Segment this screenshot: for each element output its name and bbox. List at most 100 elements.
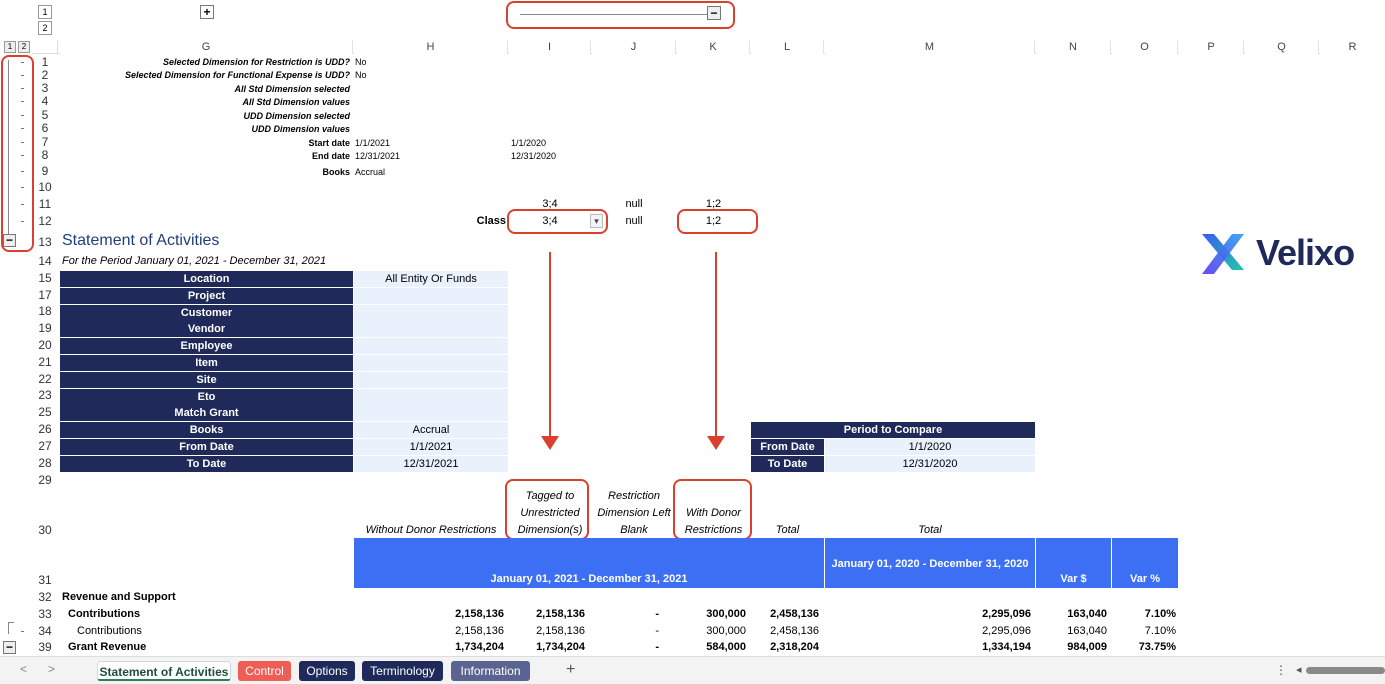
param-value[interactable]: 1/1/2021 bbox=[355, 138, 390, 148]
outline-level-1-button[interactable]: 1 bbox=[38, 5, 52, 19]
horizontal-scrollbar[interactable] bbox=[1306, 667, 1385, 674]
cell-value[interactable]: - bbox=[592, 608, 659, 620]
row-outline-collapse-button-2[interactable]: − bbox=[3, 641, 16, 654]
cell-value[interactable]: 300,000 bbox=[677, 625, 746, 637]
cell-value[interactable]: 2,295,096 bbox=[825, 625, 1031, 637]
row-header[interactable]: 14 bbox=[32, 255, 58, 268]
cell-value[interactable]: 1,734,204 bbox=[354, 641, 504, 653]
row-header[interactable]: 27 bbox=[32, 440, 58, 453]
col-header-o[interactable]: O bbox=[1112, 40, 1178, 54]
row-header[interactable]: 26 bbox=[32, 423, 58, 436]
filter-value[interactable] bbox=[354, 321, 508, 337]
filter-value[interactable] bbox=[354, 355, 508, 371]
cell-value[interactable]: 584,000 bbox=[677, 641, 746, 653]
row-header[interactable]: 17 bbox=[32, 289, 58, 302]
row-header[interactable]: 19 bbox=[32, 322, 58, 335]
col-header-p[interactable]: P bbox=[1179, 40, 1244, 54]
row-header[interactable]: 25 bbox=[32, 406, 58, 419]
cell-value[interactable]: - bbox=[592, 641, 659, 653]
row-header[interactable]: 10 bbox=[32, 181, 58, 194]
col-header-r[interactable]: R bbox=[1320, 40, 1385, 54]
filter-value[interactable] bbox=[354, 288, 508, 304]
filter-value[interactable]: All Entity Or Funds bbox=[354, 271, 508, 287]
cell-value[interactable]: 2,318,204 bbox=[751, 641, 819, 653]
compare-from-value[interactable]: 1/1/2020 bbox=[825, 439, 1035, 455]
cell-value[interactable]: 2,458,136 bbox=[751, 608, 819, 620]
row-header[interactable]: 30 bbox=[32, 524, 58, 537]
cell-value[interactable]: 7.10% bbox=[1112, 608, 1176, 620]
param-value[interactable]: 12/31/2020 bbox=[511, 151, 556, 161]
cell-value[interactable]: 984,009 bbox=[1036, 641, 1107, 653]
filter-value[interactable]: Accrual bbox=[354, 422, 508, 438]
cell-value[interactable]: 73.75% bbox=[1112, 641, 1176, 653]
filter-value[interactable] bbox=[354, 338, 508, 354]
sheet-nav-prev-icon[interactable]: < bbox=[20, 662, 27, 676]
col-header-k[interactable]: K bbox=[677, 40, 750, 54]
row-header[interactable]: 32 bbox=[32, 591, 58, 604]
cell-value[interactable]: 7.10% bbox=[1112, 625, 1176, 637]
row-outline-level-1-button[interactable]: 1 bbox=[4, 41, 16, 53]
col-header-g[interactable]: G bbox=[60, 40, 353, 54]
cell-value[interactable]: 2,158,136 bbox=[354, 608, 504, 620]
more-options-icon[interactable]: ⋮ bbox=[1275, 663, 1287, 677]
cell-value[interactable]: 2,458,136 bbox=[751, 625, 819, 637]
outline-expand-button[interactable]: + bbox=[200, 5, 214, 19]
param-value[interactable]: 12/31/2021 bbox=[355, 151, 400, 161]
param-value[interactable]: No bbox=[355, 70, 367, 80]
cell-value[interactable]: 2,158,136 bbox=[354, 625, 504, 637]
cell-value[interactable]: 2,158,136 bbox=[509, 625, 585, 637]
cell-value[interactable]: - bbox=[592, 625, 659, 637]
row-header[interactable]: 18 bbox=[32, 305, 58, 318]
filter-value[interactable] bbox=[354, 305, 508, 321]
select-all-corner[interactable] bbox=[32, 40, 58, 54]
sheet-nav-next-icon[interactable]: > bbox=[48, 662, 55, 676]
row-header[interactable]: 13 bbox=[32, 236, 58, 249]
cell-value[interactable]: 163,040 bbox=[1036, 625, 1107, 637]
col-header-j[interactable]: J bbox=[592, 40, 676, 54]
row-header[interactable]: 20 bbox=[32, 339, 58, 352]
cell-value[interactable]: 163,040 bbox=[1036, 608, 1107, 620]
row-header[interactable]: 6 bbox=[32, 122, 58, 135]
add-sheet-button[interactable]: + bbox=[566, 661, 575, 679]
filter-value[interactable]: 12/31/2021 bbox=[354, 456, 508, 472]
row-header[interactable]: 15 bbox=[32, 272, 58, 285]
row-header[interactable]: 28 bbox=[32, 457, 58, 470]
col-header-m[interactable]: M bbox=[825, 40, 1035, 54]
class-code-j[interactable]: null bbox=[592, 198, 676, 210]
col-header-i[interactable]: I bbox=[509, 40, 591, 54]
filter-value[interactable] bbox=[354, 372, 508, 388]
row-header[interactable]: 29 bbox=[32, 474, 58, 487]
outline-level-2-button[interactable]: 2 bbox=[38, 21, 52, 35]
sheet-tab-control[interactable]: Control bbox=[238, 661, 291, 681]
sheet-tab-terminology[interactable]: Terminology bbox=[362, 661, 443, 681]
filter-value[interactable] bbox=[354, 389, 508, 405]
row-header[interactable]: 11 bbox=[32, 198, 58, 211]
param-value[interactable]: 1/1/2020 bbox=[511, 138, 546, 148]
row-header[interactable]: 4 bbox=[32, 95, 58, 108]
cell-value[interactable]: 2,295,096 bbox=[825, 608, 1031, 620]
cell-value[interactable]: 2,158,136 bbox=[509, 608, 585, 620]
sheet-tab-statement-of-activities[interactable]: Statement of Activities bbox=[97, 661, 231, 681]
cell-value[interactable]: 300,000 bbox=[677, 608, 746, 620]
sheet-tab-information[interactable]: Information bbox=[451, 661, 530, 681]
scroll-left-icon[interactable]: ◂ bbox=[1296, 663, 1302, 676]
cell-value[interactable]: 1,734,204 bbox=[509, 641, 585, 653]
col-header-h[interactable]: H bbox=[354, 40, 508, 54]
param-value[interactable]: No bbox=[355, 57, 367, 67]
row-header[interactable]: 8 bbox=[32, 149, 58, 162]
row-header[interactable]: 23 bbox=[32, 389, 58, 402]
row-header[interactable]: 34 bbox=[32, 625, 58, 638]
row-header[interactable]: 31 bbox=[32, 574, 58, 587]
filter-value[interactable] bbox=[354, 405, 508, 421]
filter-value[interactable]: 1/1/2021 bbox=[354, 439, 508, 455]
cell-value[interactable]: 1,334,194 bbox=[825, 641, 1031, 653]
row-header[interactable]: 12 bbox=[32, 215, 58, 228]
row-header[interactable]: 21 bbox=[32, 356, 58, 369]
row-header[interactable]: 39 bbox=[32, 641, 58, 654]
row-outline-level-2-button[interactable]: 2 bbox=[18, 41, 30, 53]
col-header-q[interactable]: Q bbox=[1245, 40, 1319, 54]
col-header-n[interactable]: N bbox=[1036, 40, 1111, 54]
param-value[interactable]: Accrual bbox=[355, 167, 385, 177]
col-header-l[interactable]: L bbox=[751, 40, 824, 54]
sheet-tab-options[interactable]: Options bbox=[299, 661, 355, 681]
